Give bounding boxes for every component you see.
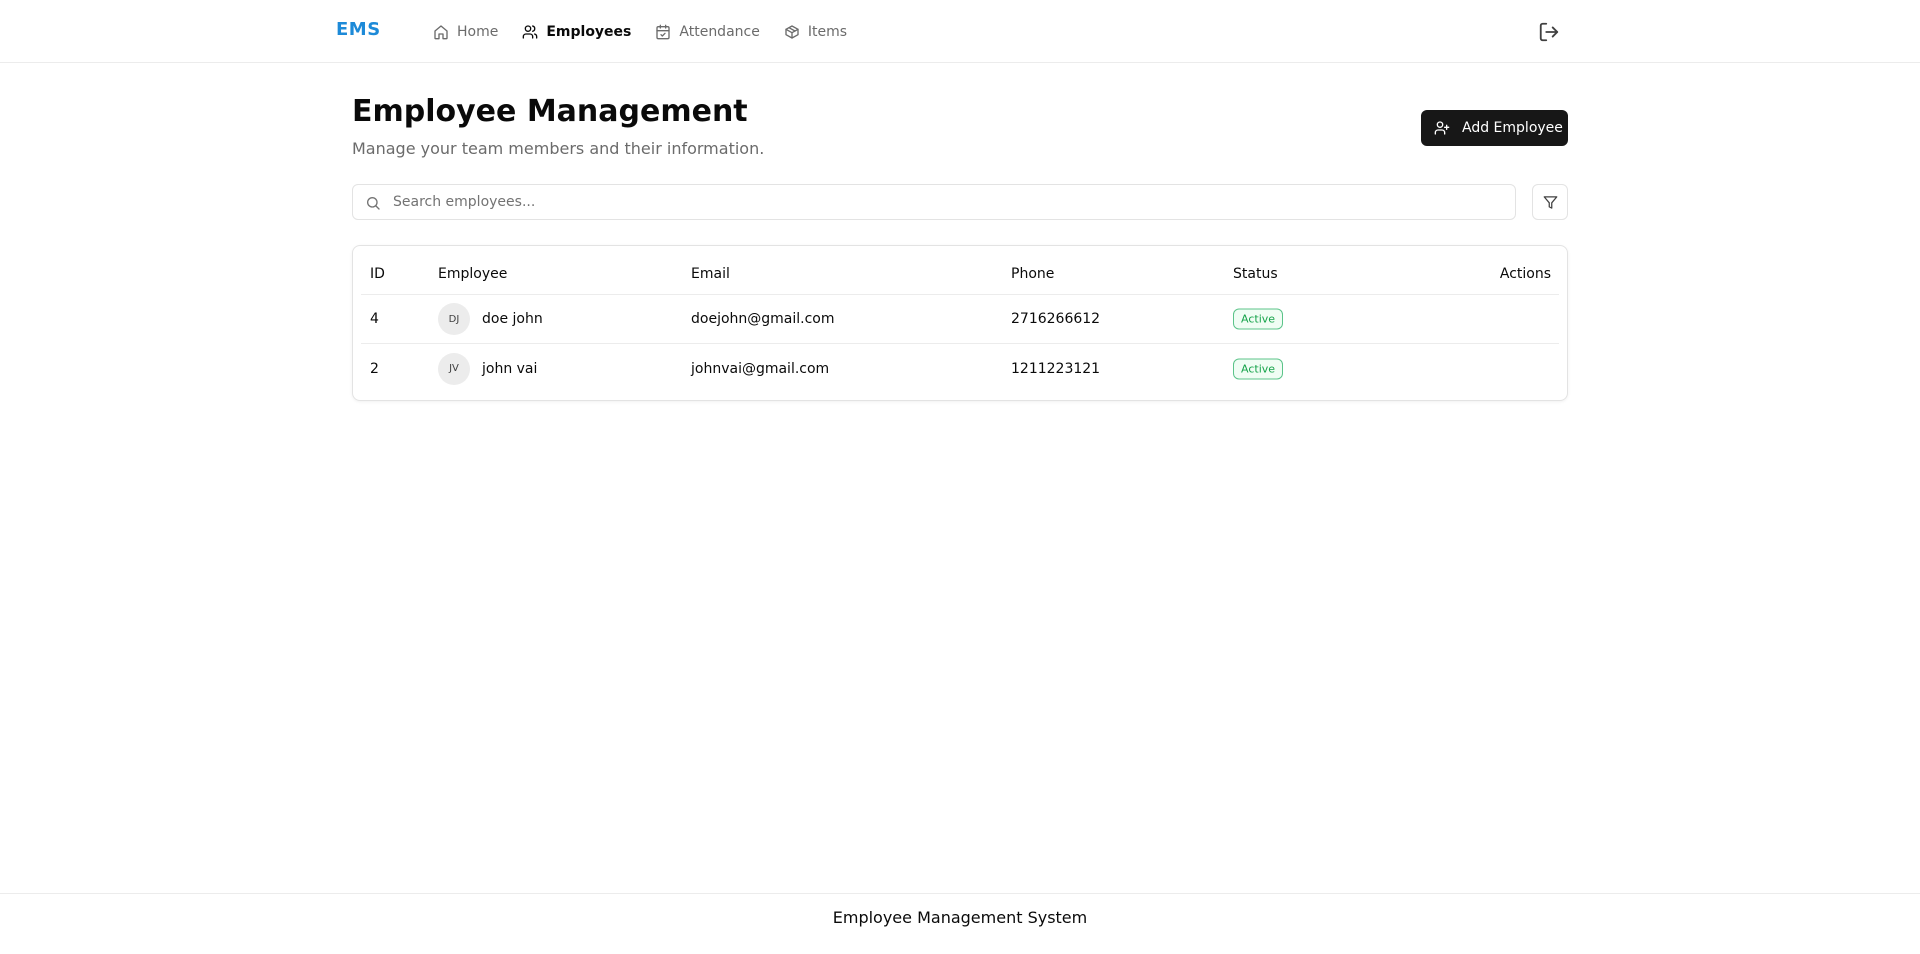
column-header-employee: Employee: [438, 266, 508, 282]
calendar-check-icon: [656, 24, 671, 39]
nav-item-items[interactable]: Items: [784, 24, 847, 40]
employee-id: 4: [370, 311, 379, 327]
employee-email: johnvai@gmail.com: [691, 360, 830, 377]
page-subtitle: Manage your team members and their infor…: [352, 139, 765, 158]
employee-cell: JV john vai: [438, 352, 538, 385]
nav-item-label: Items: [807, 23, 848, 40]
status-badge: Active: [1233, 358, 1284, 379]
add-employee-label: Add Employee: [1462, 120, 1563, 136]
column-header-email: Email: [691, 266, 730, 282]
search-bar: [352, 184, 1516, 220]
nav-item-label: Home: [457, 23, 499, 40]
table-row[interactable]: 4 DJ doe john doejohn@gmail.com 27162666…: [361, 295, 1559, 344]
nav-item-label: Employees: [546, 23, 632, 40]
nav-item-employees[interactable]: Employees: [522, 24, 631, 40]
page-title: Employee Management: [352, 94, 748, 129]
nav-item-attendance[interactable]: Attendance: [655, 23, 760, 40]
top-navbar: EMS Home Employees Attendance Items: [0, 0, 1920, 63]
nav-item-home[interactable]: Home: [433, 24, 498, 40]
table-row[interactable]: 2 JV john vai johnvai@gmail.com 12112231…: [361, 344, 1559, 393]
column-header-status: Status: [1233, 266, 1278, 282]
column-header-phone: Phone: [1011, 266, 1055, 282]
home-icon: [434, 24, 448, 39]
log-out-icon[interactable]: [1538, 21, 1560, 43]
employees-table: ID Employee Email Phone Status Actions 4…: [352, 245, 1568, 401]
employee-cell: DJ doe john: [438, 303, 543, 335]
column-header-actions: Actions: [1499, 266, 1551, 282]
main-nav: Home Employees Attendance Items: [433, 0, 847, 63]
brand-logo[interactable]: EMS: [336, 19, 381, 40]
user-plus-icon: [1434, 121, 1450, 135]
employee-name: doe john: [482, 311, 543, 327]
column-header-id: ID: [370, 266, 385, 282]
add-employee-button[interactable]: Add Employee: [1421, 110, 1568, 146]
employee-id: 2: [370, 360, 379, 377]
avatar: DJ: [438, 303, 470, 335]
nav-item-label: Attendance: [679, 23, 760, 40]
footer-text: Employee Management System: [832, 908, 1088, 927]
employee-name: john vai: [482, 360, 538, 377]
filter-icon: [1543, 195, 1557, 209]
package-icon: [785, 24, 799, 39]
search-input[interactable]: [393, 185, 1493, 219]
status-cell: Active: [1233, 358, 1284, 379]
employee-email: doejohn@gmail.com: [691, 311, 835, 327]
status-badge: Active: [1233, 308, 1284, 330]
employee-phone: 1211223121: [1011, 360, 1101, 377]
search-icon: [367, 197, 380, 210]
status-cell: Active: [1233, 308, 1284, 330]
avatar: JV: [438, 352, 470, 385]
table-header: ID Employee Email Phone Status Actions: [361, 254, 1559, 295]
users-icon: [523, 24, 538, 39]
footer: Employee Management System: [0, 893, 1920, 954]
employee-phone: 2716266612: [1011, 311, 1101, 327]
filter-button[interactable]: [1532, 184, 1568, 220]
